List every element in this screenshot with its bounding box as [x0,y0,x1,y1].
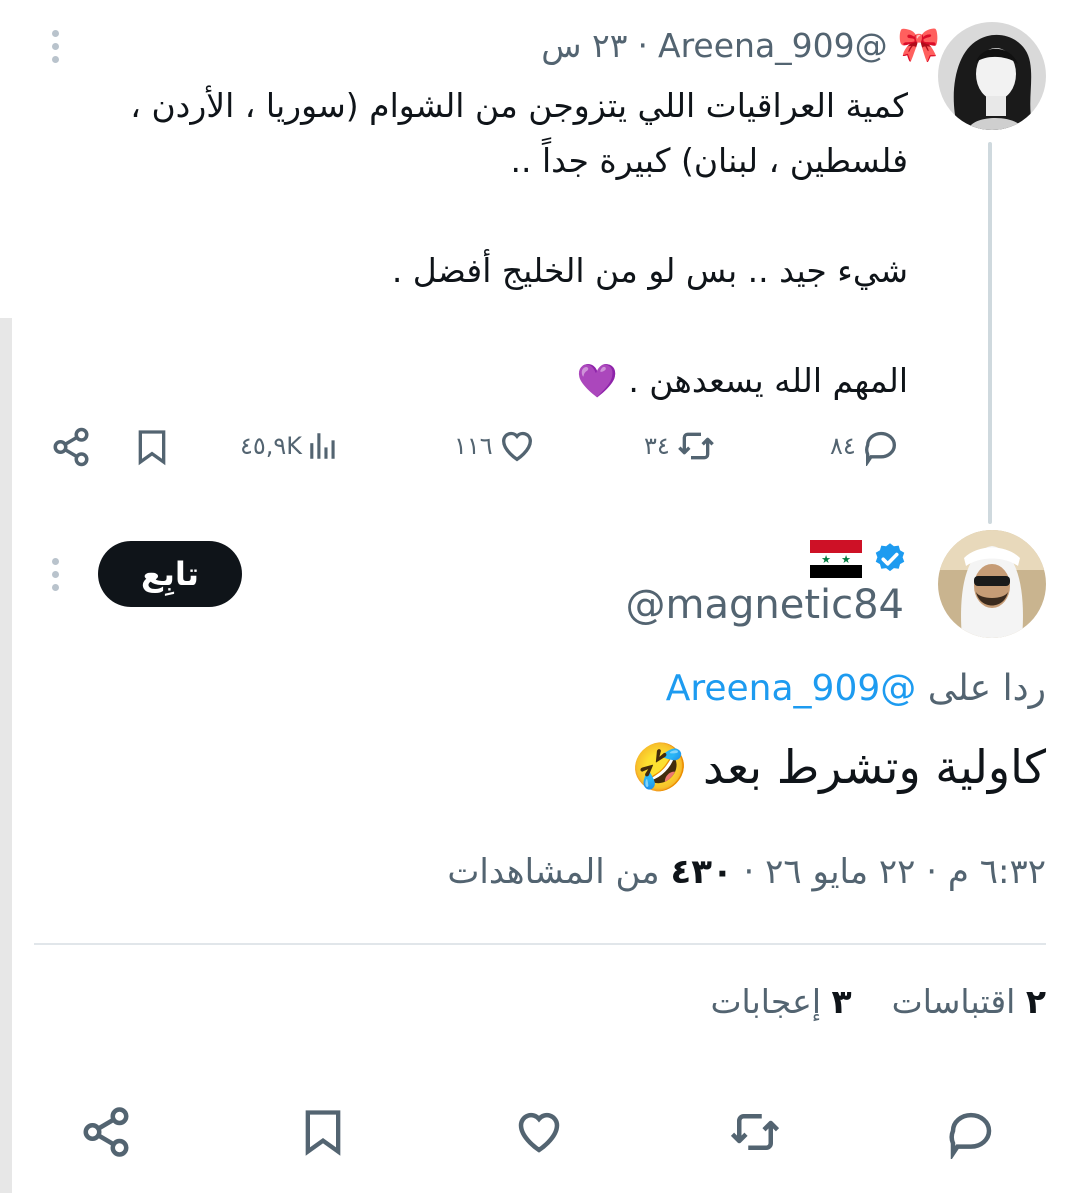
separator-dot: · [637,25,649,65]
bookmark-icon [138,430,166,466]
views-button[interactable]: ٤٥,٩K [240,428,340,464]
retweet-icon [677,432,714,460]
reply-prefix: ردا على [927,668,1046,709]
bow-emoji: 🎀 [897,25,940,65]
tweet1-action-bar: ٤٥,٩K ١١٦ ٣٤ ٨٤ [50,424,920,474]
tweet2-name-badges: ★ ★ [810,540,908,578]
avatar[interactable] [938,530,1046,638]
tweet1-line: فلسطين ، لبنان) كبيرة جداً .. [510,141,908,180]
retweet-button[interactable] [725,1102,785,1162]
bookmark-icon [305,1110,341,1156]
more-options-icon[interactable] [49,558,61,591]
likes-stat[interactable]: ٣ إعجابات [710,982,851,1021]
share-icon [83,1107,129,1157]
follow-button[interactable]: تابِع [98,541,242,607]
reply-icon [864,431,896,466]
tweet1-line [88,298,908,353]
reply-mention-link[interactable]: @Areena_909 [666,668,917,709]
heart-icon [501,431,532,462]
quotes-count: ٢ [1025,982,1046,1021]
tweet2-handle[interactable]: @magnetic84 [625,582,904,628]
like-button[interactable]: ١١٦ [454,426,537,466]
verified-badge-icon [875,543,905,572]
tweet2-text: كاولية وتشرط بعد 🤣 [631,740,1046,794]
tweet2-stats: ٢ اقتباسات ٣ إعجابات [710,982,1046,1021]
tweet1-line: كمية العراقيات اللي يتزوجن من الشوام (سو… [130,86,908,125]
retweet-button[interactable]: ٣٤ [644,426,718,466]
analytics-icon [310,433,335,459]
reply-count: ٨٤ [830,432,856,460]
replying-to: ردا على @Areena_909 [666,668,1046,709]
likes-count: ٣ [831,982,852,1021]
like-button[interactable] [509,1102,569,1162]
svg-text:★: ★ [841,553,851,566]
share-button[interactable] [50,426,92,468]
syria-flag-icon: ★ ★ [810,540,862,578]
tweet1-line [88,188,908,243]
tweet2-time[interactable]: ٦:٣٢ م [948,852,1046,892]
divider [34,943,1046,945]
svg-text:★: ★ [821,553,831,566]
retweet-icon [730,1114,780,1150]
tweet2-views-label: من المشاهدات [447,852,660,892]
separator-dot: · [926,852,938,892]
share-icon [53,427,89,467]
quotes-label: اقتباسات [891,982,1016,1021]
tweet2-meta: ٦:٣٢ م · ٢٢ مايو ٢٦ · ٤٣٠ من المشاهدات [447,852,1046,892]
thread-line [988,142,992,524]
quotes-stat[interactable]: ٢ اقتباسات [892,982,1046,1021]
tweet1-line: المهم الله يسعدهن . 💜 [576,361,908,400]
reply-icon [949,1112,992,1159]
left-edge-strip [0,318,12,1193]
tweet1-time[interactable]: ٢٣ س [541,26,627,65]
bookmark-button[interactable] [293,1102,353,1162]
more-options-icon[interactable] [49,30,61,63]
tweet2-views-count: ٤٣٠ [670,852,733,892]
like-count: ١١٦ [454,432,493,460]
tweet1-handle[interactable]: @Areena_909 [658,26,888,65]
heart-icon [518,1112,560,1153]
share-button[interactable] [76,1102,136,1162]
avatar[interactable] [938,22,1046,130]
separator-dot: · [743,852,755,892]
tweet1-header: 🎀 @Areena_909 · ٢٣ س [541,20,940,70]
likes-label: إعجابات [710,982,821,1021]
reply-button[interactable] [941,1102,1001,1162]
reply-button[interactable]: ٨٤ [830,426,902,466]
tweet1-text: كمية العراقيات اللي يتزوجن من الشوام (سو… [88,78,908,408]
tweet1-line: شيء جيد .. بس لو من الخليج أفضل . [391,251,908,290]
retweet-count: ٣٤ [644,432,670,460]
views-count: ٤٥,٩K [240,432,303,460]
tweet2-date[interactable]: ٢٢ مايو ٢٦ [765,852,915,892]
bookmark-button[interactable] [132,426,172,468]
